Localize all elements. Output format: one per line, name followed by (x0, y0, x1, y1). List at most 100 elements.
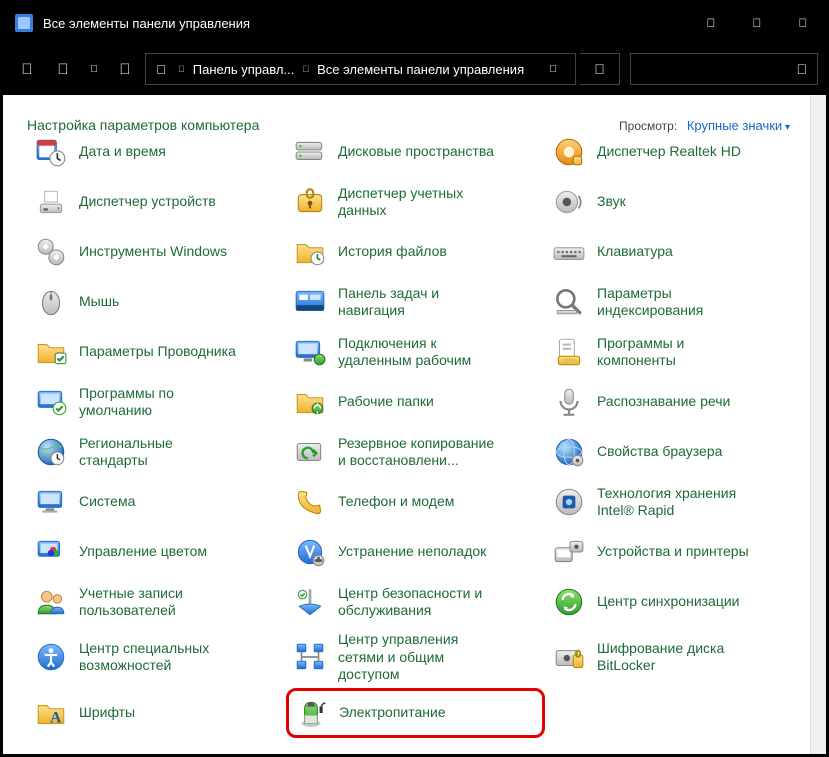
cpl-item-label: Диспетчер учетных данных (338, 185, 498, 220)
window-title: Все элементы панели управления (43, 16, 250, 31)
cpl-item-region[interactable]: Региональные стандарты (27, 427, 286, 477)
cpl-item-label: Свойства браузера (597, 443, 722, 461)
forward-button[interactable]:  (47, 53, 79, 85)
cpl-item-label: Региональные стандарты (79, 435, 239, 470)
address-dropdown[interactable]:  (535, 64, 571, 75)
cpl-item-speech[interactable]: Распознавание речи (545, 377, 804, 427)
breadcrumb-seg[interactable]: Панель управл... (191, 62, 297, 77)
cpl-item-workfolders[interactable]: Рабочие папки (286, 377, 545, 427)
maximize-button[interactable]:  (734, 3, 780, 43)
remoteapp-icon (292, 334, 328, 370)
cpl-item-color[interactable]: Управление цветом (27, 527, 286, 577)
keyboard-icon (551, 234, 587, 270)
cpl-item-label: Дата и время (79, 143, 166, 161)
cpl-item-label: Шрифты (79, 704, 135, 722)
phone-icon (292, 484, 328, 520)
app-icon (15, 14, 33, 32)
cpl-item-troubleshoot[interactable]: Устранение неполадок (286, 527, 545, 577)
refresh-button[interactable]:  (580, 53, 620, 85)
inetopt-icon (551, 434, 587, 470)
cpl-item-taskbar[interactable]: Панель задач и навигация (286, 277, 545, 327)
cpl-item-realtek[interactable]: Диспетчер Realtek HD (545, 127, 804, 177)
cpl-item-power[interactable]: Электропитание (286, 688, 545, 738)
cpl-item-label: Параметры индексирования (597, 285, 757, 320)
cpl-item-devmgr[interactable]: Диспетчер устройств (27, 177, 286, 227)
programs-icon (551, 334, 587, 370)
close-button[interactable]:  (780, 3, 826, 43)
cpl-item-devices[interactable]: Устройства и принтеры (545, 527, 804, 577)
search-input[interactable]:  (630, 53, 818, 85)
scrollbar[interactable] (810, 95, 826, 754)
cpl-item-sound[interactable]: Звук (545, 177, 804, 227)
cpl-item-backup[interactable]: Резервное копирование и восстановлени... (286, 427, 545, 477)
cpl-item-explorer[interactable]: Параметры Проводника (27, 327, 286, 377)
cpl-item-indexing[interactable]: Параметры индексирования (545, 277, 804, 327)
chevron-right-icon[interactable]:  (172, 64, 191, 74)
cpl-item-label: Центр безопасности и обслуживания (338, 585, 498, 620)
cpl-item-label: Электропитание (339, 704, 446, 722)
cpl-item-label: Устройства и принтеры (597, 543, 749, 561)
speech-icon (551, 384, 587, 420)
cpl-item-fonts[interactable]: Шрифты (27, 688, 286, 738)
cpl-item-actioncenter[interactable]: Центр безопасности и обслуживания (286, 577, 545, 627)
ease-icon (33, 639, 69, 675)
cpl-item-inetopt[interactable]: Свойства браузера (545, 427, 804, 477)
cpl-item-network[interactable]: Центр управления сетями и общим доступом (286, 627, 545, 688)
taskbar-icon (292, 284, 328, 320)
cpl-item-label: Диспетчер устройств (79, 193, 216, 211)
cpl-item-label: Параметры Проводника (79, 343, 236, 361)
cpl-item-tools[interactable]: Инструменты Windows (27, 227, 286, 277)
cpl-item-datetime[interactable]: Дата и время (27, 127, 286, 177)
cpl-item-label: Центр синхронизации (597, 593, 740, 611)
sync-icon (551, 584, 587, 620)
bitlocker-icon (551, 639, 587, 675)
datetime-icon (33, 134, 69, 170)
chevron-right-icon[interactable]:  (296, 64, 315, 74)
cpl-item-remoteapp[interactable]: Подключения к удаленным рабочим (286, 327, 545, 377)
cpl-item-filehist[interactable]: История файлов (286, 227, 545, 277)
cpl-item-label: Рабочие папки (338, 393, 434, 411)
cpl-item-sync[interactable]: Центр синхронизации (545, 577, 804, 627)
history-dropdown[interactable]:  (83, 53, 105, 85)
cpl-item-programs[interactable]: Программы и компоненты (545, 327, 804, 377)
address-bar[interactable]:   Панель управл...  Все элементы пане… (145, 53, 576, 85)
control-panel-icon:  (150, 62, 172, 77)
users-icon (33, 584, 69, 620)
cpl-item-keyboard[interactable]: Клавиатура (545, 227, 804, 277)
cpl-item-label: Центр специальных возможностей (79, 640, 239, 675)
cpl-item-label: Центр управления сетями и общим доступом (338, 631, 498, 684)
cpl-item-phone[interactable]: Телефон и модем (286, 477, 545, 527)
cpl-item-storage[interactable]: Дисковые пространства (286, 127, 545, 177)
cpl-item-label: Дисковые пространства (338, 143, 494, 161)
up-button[interactable]:  (109, 53, 141, 85)
sound-icon (551, 184, 587, 220)
cred-icon (292, 184, 328, 220)
cpl-item-mouse[interactable]: Мышь (27, 277, 286, 327)
cpl-item-label: Управление цветом (79, 543, 207, 561)
cpl-item-label: Технология хранения Intel® Rapid (597, 485, 757, 520)
cpl-item-label: Программы по умолчанию (79, 385, 239, 420)
realtek-icon (551, 134, 587, 170)
workfolders-icon (292, 384, 328, 420)
devices-icon (551, 534, 587, 570)
minimize-button[interactable]:  (688, 3, 734, 43)
cpl-item-defprog[interactable]: Программы по умолчанию (27, 377, 286, 427)
breadcrumb-seg[interactable]: Все элементы панели управления (315, 62, 526, 77)
color-icon (33, 534, 69, 570)
cpl-item-bitlocker[interactable]: Шифрование диска BitLocker (545, 627, 804, 688)
cpl-item-label: Мышь (79, 293, 119, 311)
cpl-item-label: Подключения к удаленным рабочим (338, 335, 498, 370)
cpl-item-users[interactable]: Учетные записи пользователей (27, 577, 286, 627)
region-icon (33, 434, 69, 470)
cpl-item-label: Шифрование диска BitLocker (597, 640, 757, 675)
cpl-item-ease[interactable]: Центр специальных возможностей (27, 627, 286, 688)
troubleshoot-icon (292, 534, 328, 570)
cpl-item-label: Система (79, 493, 135, 511)
devmgr-icon (33, 184, 69, 220)
cpl-item-system[interactable]: Система (27, 477, 286, 527)
cpl-item-intel[interactable]: Технология хранения Intel® Rapid (545, 477, 804, 527)
indexing-icon (551, 284, 587, 320)
cpl-item-cred[interactable]: Диспетчер учетных данных (286, 177, 545, 227)
fonts-icon (33, 695, 69, 731)
back-button[interactable]:  (11, 53, 43, 85)
